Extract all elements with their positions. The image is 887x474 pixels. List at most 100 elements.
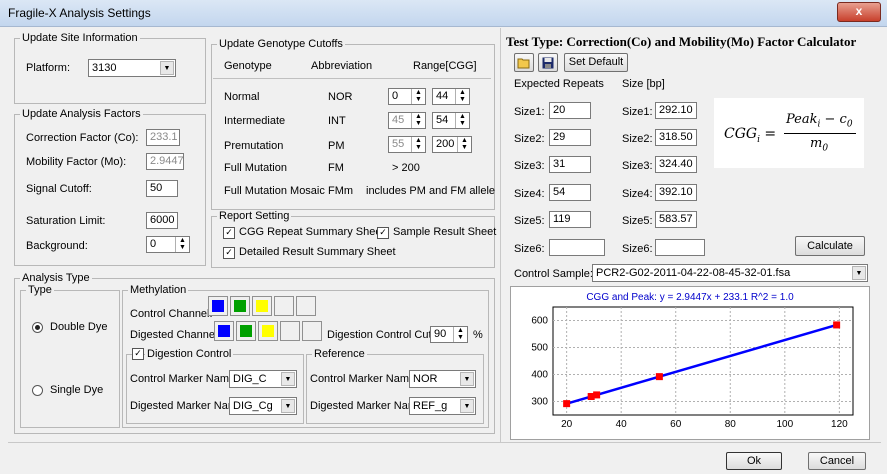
repeat-size-label: Size1:	[514, 106, 545, 118]
ref-digested-select[interactable]: REF_g ▼	[409, 397, 476, 415]
spin-arrows-icon[interactable]: ▲ ▼	[453, 327, 467, 342]
x-tick-label: 20	[561, 419, 573, 430]
sample-result-label: Sample Result Sheet	[393, 226, 497, 238]
y-tick-label: 600	[531, 316, 548, 327]
close-button[interactable]: x	[837, 2, 881, 22]
floppy-disk-icon	[542, 57, 554, 69]
control-sample-select[interactable]: PCR2-G02-2011-04-22-08-45-32-01.fsa ▼	[592, 264, 868, 282]
digestion-cutoff-stepper[interactable]: 90 ▲ ▼	[430, 326, 468, 343]
spin-arrows-icon[interactable]: ▲ ▼	[175, 237, 189, 252]
calculate-button[interactable]: Calculate	[795, 236, 865, 256]
background-stepper[interactable]: 0 ▲ ▼	[146, 236, 190, 253]
repeat-size-field[interactable]: 54	[549, 184, 591, 201]
repeat-size-field[interactable]: 119	[549, 211, 591, 228]
correction-field[interactable]: 233.1	[146, 129, 180, 146]
percent-label: %	[473, 329, 483, 341]
repeat-size-field[interactable]: 31	[549, 156, 591, 173]
ok-button[interactable]: Ok	[726, 452, 782, 470]
bp-size-field[interactable]: 392.10	[655, 184, 697, 201]
type-group	[20, 290, 120, 428]
formula-numerator: Peaki − c0	[786, 112, 853, 130]
folder-icon	[517, 58, 530, 69]
spin-arrows-icon[interactable]: ▲ ▼	[411, 137, 425, 152]
signal-field[interactable]: 50	[146, 180, 178, 197]
spin-arrows-icon[interactable]: ▲ ▼	[457, 137, 471, 152]
premutation-low-stepper[interactable]: 55 ▲ ▼	[388, 136, 426, 153]
saturation-label: Saturation Limit:	[26, 215, 106, 227]
single-dye-radio[interactable]	[32, 385, 43, 396]
factors-group-label: Update Analysis Factors	[20, 108, 143, 120]
bp-size-field[interactable]: 292.10	[655, 102, 697, 119]
cutoff-row-range: > 200	[392, 162, 420, 174]
digestion-control-checkbox[interactable]: ✓	[132, 348, 144, 360]
platform-select[interactable]: 3130 ▼	[88, 59, 176, 77]
mobility-field[interactable]: 2.9447	[146, 153, 184, 170]
repeat-size-field[interactable]: 20	[549, 102, 591, 119]
formula-denominator: m0	[810, 136, 829, 154]
premutation-high-stepper[interactable]: 200 ▲ ▼	[432, 136, 472, 153]
repeat-size-field[interactable]	[549, 239, 605, 256]
green-channel-swatch[interactable]	[236, 321, 256, 341]
expected-repeats-label: Expected Repeats	[514, 78, 604, 90]
yellow-swatch-fill	[256, 300, 268, 312]
control-sample-label: Control Sample:	[514, 268, 593, 280]
empty-channel-swatch[interactable]	[296, 296, 316, 316]
detailed-summary-checkbox[interactable]: ✓	[223, 247, 235, 259]
cgg-summary-checkbox[interactable]: ✓	[223, 227, 235, 239]
bp-size-field[interactable]: 583.57	[655, 211, 697, 228]
normal-low-stepper[interactable]: 0 ▲ ▼	[388, 88, 426, 105]
bp-size-field[interactable]	[655, 239, 705, 256]
premutation-low-value: 55	[392, 138, 405, 150]
methylation-group-label: Methylation	[128, 284, 189, 296]
cutoff-row-abbr: NOR	[328, 91, 353, 103]
normal-high-value: 44	[436, 90, 449, 102]
spin-arrows-icon[interactable]: ▲ ▼	[455, 113, 469, 128]
bp-size-field[interactable]: 324.40	[655, 156, 697, 173]
intermediate-low-stepper[interactable]: 45 ▲ ▼	[388, 112, 426, 129]
bp-size-field[interactable]: 318.50	[655, 129, 697, 146]
data-point	[593, 391, 601, 399]
chevron-down-icon: ▼	[160, 61, 174, 75]
cutoff-row-name: Full Mutation	[224, 162, 287, 174]
digestion-cutoff-value: 90	[434, 328, 447, 340]
spin-arrows-icon[interactable]: ▲ ▼	[455, 89, 469, 104]
intermediate-high-stepper[interactable]: 54 ▲ ▼	[432, 112, 470, 129]
spin-arrows-icon[interactable]: ▲ ▼	[411, 113, 425, 128]
blue-channel-swatch[interactable]	[208, 296, 228, 316]
spin-arrows-icon[interactable]: ▲ ▼	[411, 89, 425, 104]
control-sample-value: PCR2-G02-2011-04-22-08-45-32-01.fsa	[596, 267, 791, 279]
double-dye-radio[interactable]	[32, 322, 43, 333]
blue-channel-swatch[interactable]	[214, 321, 234, 341]
bp-size-label: Size4:	[622, 188, 653, 200]
cancel-button[interactable]: Cancel	[808, 452, 866, 470]
window-title: Fragile-X Analysis Settings	[8, 6, 151, 20]
set-default-button[interactable]: Set Default	[564, 53, 628, 72]
control-marker-select[interactable]: DIG_C ▼	[229, 370, 297, 388]
analysis-group-label: Analysis Type	[20, 272, 92, 284]
site-group-label: Update Site Information	[20, 32, 140, 44]
repeat-size-label: Size5:	[514, 215, 545, 227]
cutoff-row-range: includes PM and FM allele	[366, 185, 496, 197]
saturation-field[interactable]: 6000	[146, 212, 178, 229]
data-point	[655, 373, 663, 381]
data-point	[833, 321, 841, 329]
ref-control-select[interactable]: NOR ▼	[409, 370, 476, 388]
open-folder-button[interactable]	[514, 53, 534, 72]
yellow-channel-swatch[interactable]	[252, 296, 272, 316]
normal-high-stepper[interactable]: 44 ▲ ▼	[432, 88, 470, 105]
empty-channel-swatch[interactable]	[302, 321, 322, 341]
y-tick-label: 500	[531, 343, 548, 354]
plot-area	[552, 306, 854, 416]
cutoffs-group-label: Update Genotype Cutoffs	[217, 38, 345, 50]
digested-marker-select[interactable]: DIG_Cg ▼	[229, 397, 297, 415]
control-channel-label: Control Channel:	[130, 308, 213, 320]
sample-result-checkbox[interactable]: ✓	[377, 227, 389, 239]
repeat-size-field[interactable]: 29	[549, 129, 591, 146]
x-tick-label: 100	[776, 419, 793, 430]
empty-channel-swatch[interactable]	[274, 296, 294, 316]
yellow-channel-swatch[interactable]	[258, 321, 278, 341]
save-button[interactable]	[538, 53, 558, 72]
empty-channel-swatch[interactable]	[280, 321, 300, 341]
chevron-down-icon: ▼	[460, 372, 474, 386]
green-channel-swatch[interactable]	[230, 296, 250, 316]
